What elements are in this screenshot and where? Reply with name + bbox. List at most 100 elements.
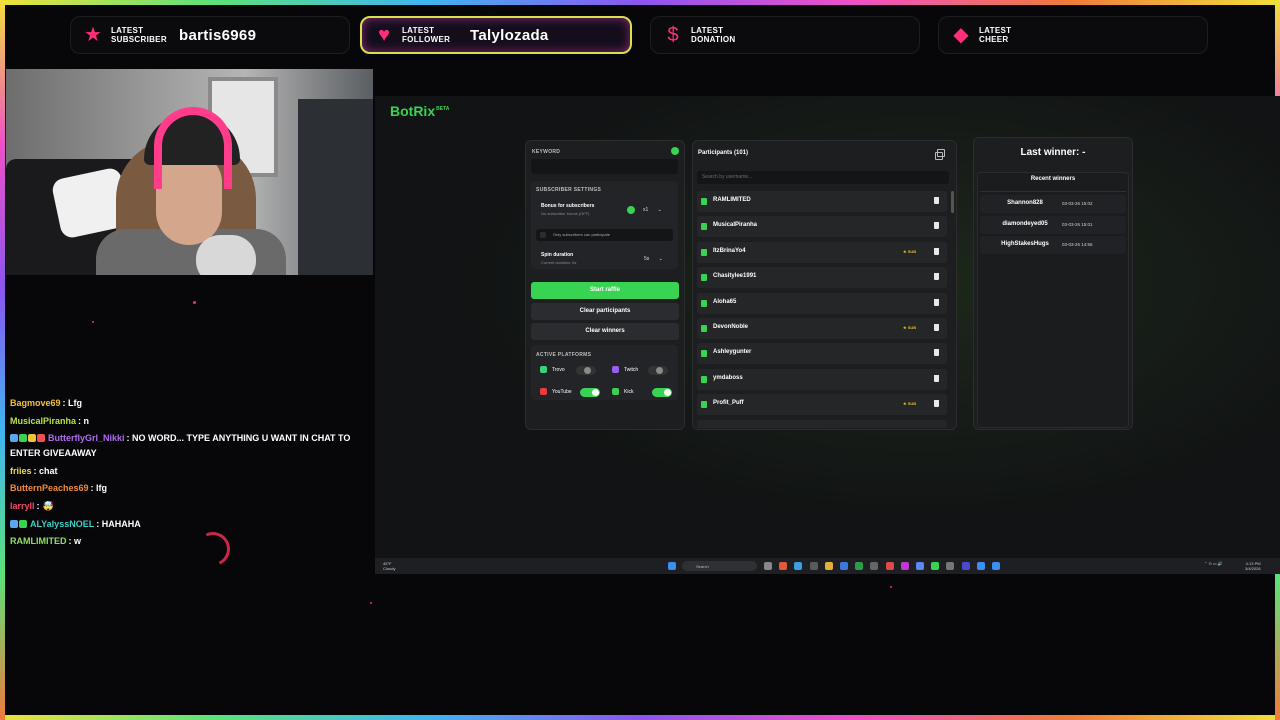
latest-donation-alert: $ LATEST DONATION	[650, 16, 920, 54]
participant-row[interactable]: DevonNoble ★ SUB	[697, 318, 947, 339]
participant-row[interactable]: Ashleygunter	[697, 343, 947, 365]
platform-label: Kick	[624, 389, 634, 395]
system-tray[interactable]: ⌃ ⊙ ▭ 🔊	[1204, 561, 1223, 566]
taskbar-app-icon[interactable]	[885, 562, 894, 570]
participant-search-input[interactable]: Search by username...	[697, 171, 949, 184]
winner-date: 03-03-26 15:02	[1062, 201, 1093, 206]
taskbar-app-icon[interactable]	[824, 562, 833, 570]
spin-duration-label: Spin duration	[541, 252, 574, 258]
chat-text: : lfg	[90, 483, 108, 494]
chat-message: RAMLIMITED: w	[10, 534, 370, 549]
start-menu-icon[interactable]	[668, 562, 676, 570]
trash-icon[interactable]	[934, 324, 939, 331]
start-raffle-button[interactable]: Start raffle	[531, 282, 679, 299]
chat-text: : Lfg	[62, 398, 83, 408]
chat-username[interactable]: larryll	[10, 501, 35, 511]
weather-widget[interactable]: 45°F Cloudy	[383, 561, 395, 571]
taskbar-app-icon[interactable]	[764, 562, 772, 570]
taskbar-app-icon[interactable]	[840, 562, 848, 570]
trash-icon[interactable]	[934, 349, 939, 357]
participants-title: Participants (101)	[698, 150, 749, 156]
trash-icon[interactable]	[934, 298, 939, 306]
participant-name: MusicalPiranha	[713, 222, 758, 229]
trovo-toggle[interactable]	[576, 366, 596, 375]
participant-name: DevonNoble	[713, 324, 749, 330]
taskbar-app-icon[interactable]	[992, 562, 1000, 570]
taskbar-app-icon[interactable]	[794, 562, 803, 570]
botrix-logo[interactable]: BotRixBETA	[390, 103, 449, 119]
badge-icon	[37, 434, 45, 443]
active-platforms-label: ACTIVE PLATFORMS	[536, 352, 592, 358]
taskbar-app-icon[interactable]	[870, 562, 879, 570]
participant-row[interactable]: ItzBrinaYo4 ★ SUB	[697, 241, 947, 263]
platform-label: Trovo	[552, 367, 565, 373]
taskbar-app-icon[interactable]	[931, 562, 940, 570]
taskbar-app-icon[interactable]	[916, 562, 924, 570]
participant-row[interactable]: Aloha65	[697, 292, 947, 314]
info-icon[interactable]	[671, 147, 679, 155]
participant-row[interactable]: MusicalPiranha	[697, 216, 947, 238]
youtube-toggle[interactable]	[580, 388, 600, 397]
chat-username[interactable]: RAMLIMITED	[10, 536, 67, 546]
taskbar-app-icon[interactable]	[976, 562, 985, 570]
latest-subscriber-alert: ★ LATEST SUBSCRIBER bartis6969	[70, 16, 350, 54]
winner-date: 03-03-26 14:56	[1062, 242, 1093, 247]
chat-text: : w	[68, 536, 82, 547]
trash-icon[interactable]	[934, 400, 939, 408]
taskbar-app-icon[interactable]	[779, 562, 788, 570]
trash-icon[interactable]	[934, 374, 939, 382]
trash-icon[interactable]	[934, 247, 939, 255]
chat-username[interactable]: ALYalyssNOEL	[30, 519, 94, 529]
participant-row[interactable]	[697, 419, 947, 428]
only-subscribers-checkbox[interactable]	[540, 232, 546, 238]
chevron-down-icon: ⌄	[657, 207, 662, 213]
participant-row[interactable]: RAMLIMITED	[697, 191, 947, 212]
gem-icon: ◆	[953, 24, 969, 46]
clear-winners-button[interactable]: Clear winners	[531, 323, 679, 340]
participant-list-scrollbar[interactable]	[951, 191, 954, 213]
trash-icon[interactable]	[934, 197, 939, 204]
spin-duration-select[interactable]: 5s ⌄	[644, 256, 663, 262]
chat-text: :	[36, 500, 40, 511]
participant-name: ymdaboss	[713, 374, 743, 381]
chevron-down-icon: ⌄	[658, 256, 663, 262]
twitch-toggle[interactable]	[648, 366, 668, 375]
toggle-knob	[584, 367, 591, 374]
taskbar-app-icon[interactable]	[946, 562, 955, 570]
recent-winner-row: HighStakesHugs 03-03-26 14:56	[980, 236, 1126, 254]
trash-icon[interactable]	[934, 273, 939, 281]
webcam-feed	[6, 69, 373, 275]
taskbar-app-icon[interactable]	[961, 562, 970, 570]
participant-row[interactable]: Profit_Puff ★ SUB	[697, 394, 947, 416]
sub-badge: ★ SUB	[903, 248, 917, 254]
participant-name: RAMLIMITED	[713, 197, 751, 203]
participant-row[interactable]: Chasitylee1991	[697, 267, 947, 289]
copy-icon[interactable]	[935, 149, 945, 160]
clear-participants-button[interactable]: Clear participants	[531, 303, 679, 320]
divider	[980, 191, 1126, 192]
chat-badges	[10, 431, 46, 446]
taskbar-app-icon[interactable]	[900, 562, 909, 570]
participant-row[interactable]: ymdaboss	[697, 368, 947, 390]
chat-username[interactable]: friies	[10, 466, 32, 476]
taskbar-app-icon[interactable]	[855, 562, 864, 570]
chat-username[interactable]: ButterflyGrl_Nikki	[48, 433, 125, 443]
bonus-multiplier-select[interactable]: x1 ⌄	[643, 207, 662, 213]
kick-icon	[701, 325, 707, 332]
chat-username[interactable]: Bagmove69	[10, 398, 61, 408]
chat-username[interactable]: ButternPeaches69	[10, 483, 89, 493]
taskbar-app-icon[interactable]	[809, 562, 818, 570]
chat-username[interactable]: MusicalPiranha	[10, 416, 76, 426]
bonus-info-icon[interactable]	[627, 206, 635, 214]
kick-toggle[interactable]	[652, 388, 672, 397]
taskbar-clock[interactable]: 4:13 PM 3/4/2026	[1245, 561, 1261, 571]
participant-name: ItzBrinaYo4	[713, 247, 746, 254]
toggle-knob	[656, 367, 663, 374]
taskbar-search[interactable]: Search	[682, 561, 757, 571]
kick-icon	[701, 248, 707, 256]
kick-icon	[612, 388, 619, 395]
trash-icon[interactable]	[934, 222, 939, 230]
toggle-knob	[664, 389, 671, 396]
only-subscribers-row[interactable]: Only subscribers can participate	[536, 229, 673, 241]
keyword-input[interactable]	[531, 159, 678, 174]
